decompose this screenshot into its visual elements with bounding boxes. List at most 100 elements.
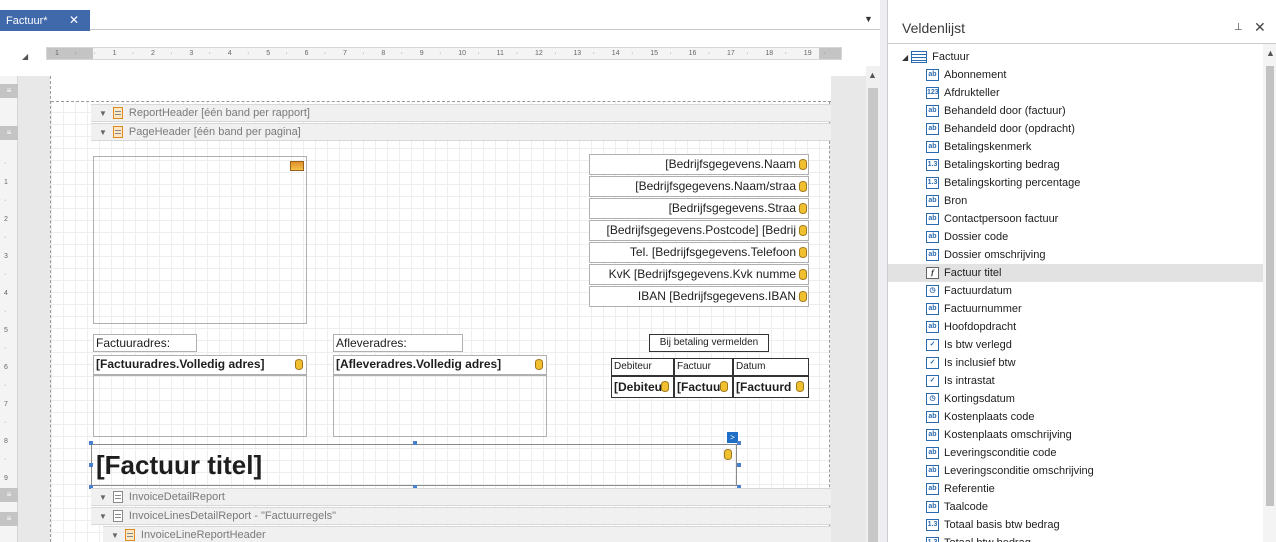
ruler-tick: 7 bbox=[4, 400, 8, 408]
company-field[interactable]: Tel. [Bedrijfsgegevens.Telefoon bbox=[589, 242, 809, 263]
field-item[interactable]: ✓ Is btw verlegd bbox=[888, 336, 1263, 354]
payment-value-cell[interactable]: [Factuu bbox=[674, 376, 733, 398]
band-invoice-detail[interactable]: ▼ InvoiceDetailReport bbox=[91, 488, 831, 506]
pin-icon[interactable]: ⊥ bbox=[1234, 22, 1243, 33]
field-item[interactable]: ab Abonnement bbox=[888, 66, 1263, 84]
band-report-header[interactable]: ▼ ReportHeader [één band per rapport] bbox=[91, 104, 831, 122]
delivery-address-label[interactable]: Afleveradres: bbox=[333, 334, 463, 352]
tab-close-icon[interactable]: ✕ bbox=[69, 14, 79, 26]
horizontal-ruler[interactable]: 1 · · 1 · 2 · 3 · 4 · 5 · 6 · 7 · 8 · 9 · 10 · 11 · 12 · 13 · 14 · 15 · 1… bbox=[46, 47, 842, 60]
delivery-address-field[interactable]: [Afleveradres.Volledig adres] bbox=[333, 355, 547, 375]
band-invoice-lines-detail[interactable]: ▼ InvoiceLinesDetailReport - "Factuurreg… bbox=[91, 507, 831, 525]
field-item[interactable]: ◷ Kortingsdatum bbox=[888, 390, 1263, 408]
top-margin-band[interactable] bbox=[51, 76, 831, 102]
field-item[interactable]: 1.3 Betalingskorting bedrag bbox=[888, 156, 1263, 174]
tree-node-factuur[interactable]: ◢ Factuur bbox=[888, 48, 1263, 66]
design-canvas[interactable]: ▼ ReportHeader [één band per rapport] ▼ … bbox=[18, 76, 866, 542]
ruler-tick: · bbox=[4, 456, 7, 463]
scroll-up-icon[interactable]: ▲ bbox=[1266, 48, 1275, 58]
field-item[interactable]: ab Behandeld door (factuur) bbox=[888, 102, 1263, 120]
field-item[interactable]: 1.3 Totaal btw bedrag bbox=[888, 534, 1263, 542]
field-item[interactable]: ✓ Is inclusief btw bbox=[888, 354, 1263, 372]
ruler-grip-icon[interactable]: ≡ bbox=[0, 512, 18, 526]
payment-value-cell[interactable]: [Factuurd bbox=[733, 376, 809, 398]
ruler-grip-icon[interactable]: ≡ bbox=[0, 126, 18, 140]
scroll-up-icon[interactable]: ▲ bbox=[868, 70, 877, 80]
company-field[interactable]: KvK [Bedrijfsgegevens.Kvk numme bbox=[589, 264, 809, 285]
band-page-header[interactable]: ▼ PageHeader [één band per pagina] bbox=[91, 123, 831, 141]
field-item[interactable]: ab Dossier code bbox=[888, 228, 1263, 246]
delivery-address-area[interactable] bbox=[333, 375, 547, 437]
report-designer: Factuur* ✕ ▼ ◢ 1 · · 1 · 2 · 3 · 4 · 5 · 6 · 7 · 8 · 9 · 10 · 1… bbox=[0, 0, 880, 542]
ruler-tick: 5 bbox=[4, 326, 8, 334]
field-item[interactable]: ab Referentie bbox=[888, 480, 1263, 498]
payment-value-cell[interactable]: [Debiteu bbox=[611, 376, 674, 398]
field-item[interactable]: ab Betalingskenmerk bbox=[888, 138, 1263, 156]
band-invoice-line-header[interactable]: ▼ InvoiceLineReportHeader bbox=[103, 526, 831, 542]
field-item[interactable]: ab Leveringsconditie code bbox=[888, 444, 1263, 462]
field-item[interactable]: ab Factuurnummer bbox=[888, 300, 1263, 318]
collapse-arrow-icon[interactable]: ▼ bbox=[99, 109, 107, 118]
field-item-label: Dossier omschrijving bbox=[944, 249, 1046, 261]
field-type-icon: ab bbox=[926, 429, 939, 441]
panel-splitter[interactable] bbox=[880, 0, 887, 542]
payment-caption[interactable]: Bij betaling vermelden bbox=[649, 334, 769, 352]
invoice-address-label[interactable]: Factuuradres: bbox=[93, 334, 197, 352]
field-item[interactable]: ab Taalcode bbox=[888, 498, 1263, 516]
ruler-grip-icon[interactable]: ≡ bbox=[0, 488, 18, 502]
tab-dropdown-icon[interactable]: ▼ bbox=[864, 14, 873, 24]
field-item[interactable]: ab Leveringsconditie omschrijving bbox=[888, 462, 1263, 480]
collapse-arrow-icon[interactable]: ▼ bbox=[99, 512, 107, 521]
scrollbar-thumb[interactable] bbox=[1266, 66, 1274, 506]
resize-handle[interactable] bbox=[413, 441, 417, 445]
resize-handle[interactable] bbox=[89, 463, 93, 467]
ruler-left-margin[interactable] bbox=[47, 48, 93, 59]
tab-factuur[interactable]: Factuur* ✕ bbox=[0, 10, 90, 31]
company-field[interactable]: [Bedrijfsgegevens.Straa bbox=[589, 198, 809, 219]
field-item[interactable]: ab Contactpersoon factuur bbox=[888, 210, 1263, 228]
payment-header-cell[interactable]: Datum bbox=[733, 358, 809, 376]
ruler-tick: · bbox=[4, 271, 7, 278]
invoice-address-field[interactable]: [Factuuradres.Volledig adres] bbox=[93, 355, 307, 375]
field-item[interactable]: ◷ Factuurdatum bbox=[888, 282, 1263, 300]
resize-handle[interactable] bbox=[737, 463, 741, 467]
scrollbar-thumb[interactable] bbox=[868, 88, 878, 542]
collapse-arrow-icon[interactable]: ▼ bbox=[99, 128, 107, 137]
close-icon[interactable]: ✕ bbox=[1254, 19, 1266, 36]
field-item[interactable]: ✓ Is intrastat bbox=[888, 372, 1263, 390]
field-item-label: Betalingskorting bedrag bbox=[944, 159, 1060, 171]
resize-handle[interactable] bbox=[737, 441, 741, 445]
resize-handle[interactable] bbox=[89, 441, 93, 445]
company-field[interactable]: [Bedrijfsgegevens.Naam/straa bbox=[589, 176, 809, 197]
designer-vertical-scrollbar[interactable]: ▲ bbox=[866, 66, 880, 542]
field-item[interactable]: 1.3 Totaal basis btw bedrag bbox=[888, 516, 1263, 534]
logo-picture-box[interactable] bbox=[93, 156, 307, 324]
company-field[interactable]: [Bedrijfsgegevens.Naam bbox=[589, 154, 809, 175]
vertical-ruler[interactable]: ≡ ≡ · 1 · 2 · 3 · 4 · 5 · 6 · 7 · 8 · 9 ≡ ≡ bbox=[0, 76, 18, 542]
field-item[interactable]: ab Hoofdopdracht bbox=[888, 318, 1263, 336]
collapse-arrow-icon[interactable]: ▼ bbox=[99, 493, 107, 502]
ruler-grip-icon[interactable]: ≡ bbox=[0, 84, 18, 98]
payment-header-cell[interactable]: Debiteur bbox=[611, 358, 674, 376]
field-item[interactable]: ab Behandeld door (opdracht) bbox=[888, 120, 1263, 138]
field-item[interactable]: f Factuur titel bbox=[888, 264, 1263, 282]
field-list-scrollbar[interactable]: ▲ bbox=[1263, 44, 1276, 542]
band-label: ReportHeader [één band per rapport] bbox=[128, 107, 310, 119]
field-item[interactable]: ab Bron bbox=[888, 192, 1263, 210]
band-label: PageHeader [één band per pagina] bbox=[128, 126, 301, 138]
company-field[interactable]: IBAN [Bedrijfsgegevens.IBAN bbox=[589, 286, 809, 307]
field-item[interactable]: ab Kostenplaats code bbox=[888, 408, 1263, 426]
invoice-title-field[interactable]: [Factuur titel] bbox=[91, 444, 737, 486]
collapse-arrow-icon[interactable]: ▼ bbox=[111, 531, 119, 540]
expand-icon[interactable]: ◢ bbox=[902, 53, 908, 62]
field-item[interactable]: 123 Afdrukteller bbox=[888, 84, 1263, 102]
ruler-corner-icon: ◢ bbox=[22, 52, 29, 61]
invoice-address-area[interactable] bbox=[93, 375, 307, 437]
company-field[interactable]: [Bedrijfsgegevens.Postcode] [Bedrij bbox=[589, 220, 809, 241]
field-item[interactable]: 1.3 Betalingskorting percentage bbox=[888, 174, 1263, 192]
field-item[interactable]: ab Dossier omschrijving bbox=[888, 246, 1263, 264]
report-page[interactable]: ▼ ReportHeader [één band per rapport] ▼ … bbox=[50, 76, 831, 542]
field-item[interactable]: ab Kostenplaats omschrijving bbox=[888, 426, 1263, 444]
field-type-icon: ab bbox=[926, 411, 939, 423]
payment-header-cell[interactable]: Factuur bbox=[674, 358, 733, 376]
